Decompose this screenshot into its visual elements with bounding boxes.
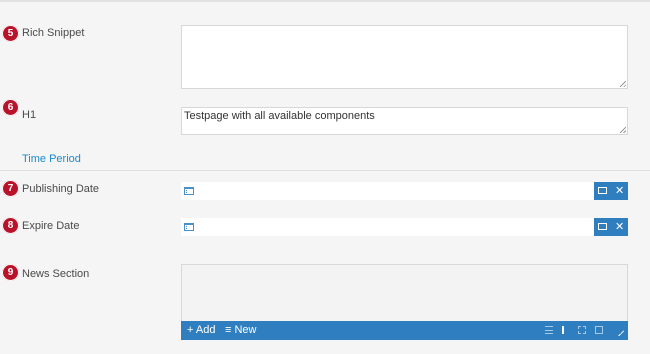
dialog-icon[interactable] bbox=[598, 223, 607, 230]
resize-handle-icon[interactable] bbox=[620, 81, 626, 87]
grid-view-icon[interactable] bbox=[578, 326, 586, 334]
publishing-date-label: Publishing Date bbox=[22, 183, 100, 195]
resize-handle-icon[interactable] bbox=[620, 127, 626, 133]
publishing-date-field[interactable]: ✕ bbox=[181, 182, 628, 200]
expire-date-field[interactable]: ✕ bbox=[181, 218, 628, 236]
resize-handle-icon[interactable] bbox=[618, 330, 624, 336]
time-period-section-link[interactable]: Time Period bbox=[22, 153, 81, 165]
news-section-toolbar: + Add ≡ New bbox=[181, 321, 628, 340]
close-icon[interactable]: ✕ bbox=[615, 220, 624, 234]
news-section-label: News Section bbox=[22, 268, 90, 280]
rich-snippet-textarea[interactable] bbox=[181, 25, 628, 89]
add-button[interactable]: + Add bbox=[187, 324, 215, 336]
expire-date-label: Expire Date bbox=[22, 220, 80, 232]
calendar-icon[interactable] bbox=[184, 223, 194, 231]
tile-view-icon[interactable] bbox=[595, 326, 603, 334]
new-button-label: New bbox=[234, 324, 257, 336]
section-divider bbox=[0, 170, 650, 171]
step-badge-6: 6 bbox=[2, 99, 19, 116]
step-badge-8: 8 bbox=[2, 217, 19, 234]
h1-textarea[interactable]: Testpage with all available components bbox=[181, 107, 628, 135]
step-badge-9: 9 bbox=[2, 264, 19, 281]
dialog-icon[interactable] bbox=[598, 187, 607, 194]
list-icon: ≡ bbox=[225, 324, 232, 336]
new-button[interactable]: ≡ New bbox=[225, 324, 257, 336]
top-divider bbox=[0, 0, 650, 2]
step-badge-7: 7 bbox=[2, 180, 19, 197]
publishing-date-actions: ✕ bbox=[594, 182, 628, 200]
list-view-icon[interactable] bbox=[545, 326, 553, 334]
h1-label: H1 bbox=[22, 109, 37, 121]
expire-date-actions: ✕ bbox=[594, 218, 628, 236]
calendar-icon[interactable] bbox=[184, 187, 194, 195]
tree-view-icon[interactable] bbox=[562, 326, 570, 334]
rich-snippet-label: Rich Snippet bbox=[22, 27, 85, 39]
step-badge-5: 5 bbox=[2, 25, 19, 42]
close-icon[interactable]: ✕ bbox=[615, 184, 624, 198]
